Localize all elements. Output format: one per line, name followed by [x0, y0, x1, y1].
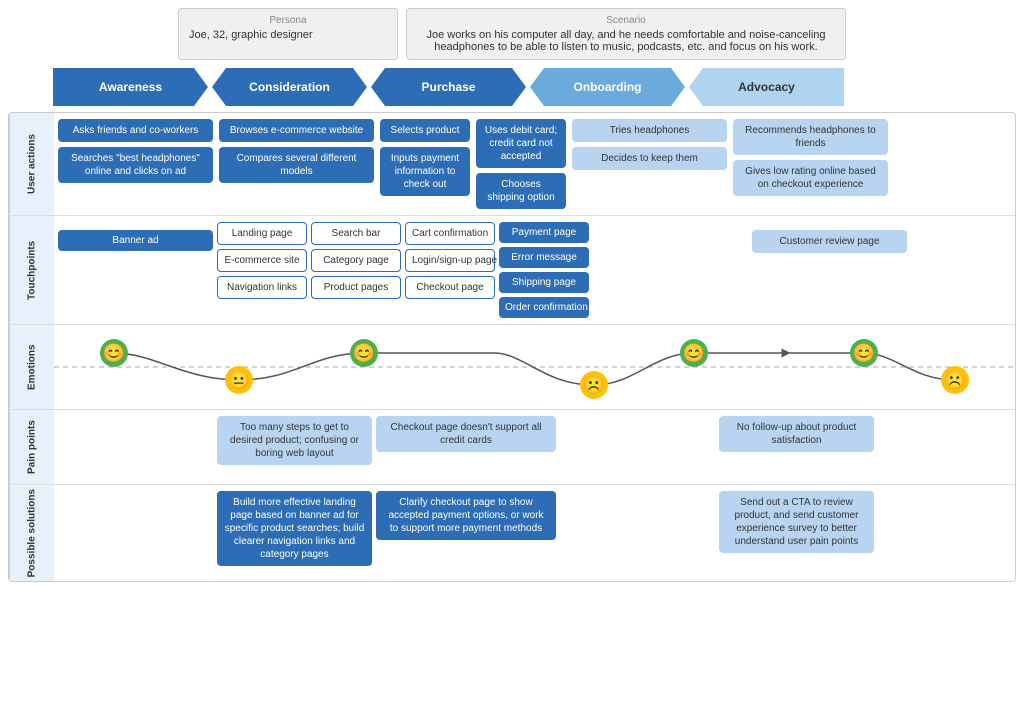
tp-order: Order confirmation [499, 297, 589, 318]
ua-purchase-2b: Chooses shipping option [476, 173, 566, 209]
ua-advocacy-1: Recommends headphones to friends [733, 119, 888, 155]
phase-consideration-label: Consideration [249, 80, 330, 94]
ua-awareness-2: Searches "best headphones" online and cl… [58, 147, 213, 183]
phase-onboarding: Onboarding [530, 68, 685, 106]
tp-purchase-2: Payment page Error message Shipping page… [499, 222, 589, 318]
phase-advocacy-label: Advocacy [738, 80, 795, 94]
scenario-label: Scenario [417, 15, 835, 26]
tp-consideration-1: Landing page E-commerce site Navigation … [217, 222, 307, 299]
ua-advocacy-2: Gives low rating online based on checkou… [733, 160, 888, 196]
touchpoints-label: Touchpoints [9, 216, 54, 324]
face-advocacy-2: ☹️ [941, 366, 969, 394]
phase-advocacy: Advocacy [689, 68, 844, 106]
ua-onboarding-2: Decides to keep them [572, 147, 727, 170]
persona-label: Persona [189, 15, 387, 26]
ua-consideration: Browses e-commerce website Compares seve… [219, 119, 374, 183]
emotions-content: 😊 😐 😊 ☹️ 😊 😊 ☹️ [54, 325, 1015, 409]
face-purchase-start: 😊 [350, 339, 378, 367]
ua-onboarding: Tries headphones Decides to keep them [572, 119, 727, 170]
user-actions-content: Asks friends and co-workers Searches "be… [54, 113, 1015, 215]
tp-awareness: Banner ad [58, 222, 213, 251]
touchpoints-row: Touchpoints Banner ad Landing page E-com… [9, 216, 1015, 325]
user-actions-label: User actions [9, 113, 54, 215]
phase-awareness: Awareness [53, 68, 208, 106]
tp-checkout: Checkout page [405, 276, 495, 299]
tp-advocacy: Customer review page [752, 222, 907, 253]
pain-purchase-card: Checkout page doesn't support all credit… [376, 416, 556, 452]
ua-purchase-2a: Uses debit card; credit card not accepte… [476, 119, 566, 168]
tp-landing: Landing page [217, 222, 307, 245]
tp-payment: Payment page [499, 222, 589, 243]
ua-consideration-2: Compares several different models [219, 147, 374, 183]
pain-advocacy: No follow-up about product satisfaction [719, 416, 874, 452]
phase-onboarding-label: Onboarding [574, 80, 642, 94]
pain-points-label: Pain points [9, 410, 54, 484]
ua-purchase-1b: Inputs payment information to check out [380, 147, 470, 196]
ua-advocacy: Recommends headphones to friends Gives l… [733, 119, 888, 196]
sol-purchase: Clarify checkout page to show accepted p… [376, 491, 556, 540]
emotions-label: Emotions [9, 325, 54, 409]
sol-consideration: Build more effective landing page based … [217, 491, 372, 566]
ua-awareness-1: Asks friends and co-workers [58, 119, 213, 142]
tp-purchase-1: Cart confirmation Login/sign-up page Che… [405, 222, 495, 299]
pain-advocacy-card: No follow-up about product satisfaction [719, 416, 874, 452]
pain-purchase: Checkout page doesn't support all credit… [376, 416, 556, 452]
phase-awareness-label: Awareness [99, 80, 162, 94]
ua-purchase-2: Uses debit card; credit card not accepte… [476, 119, 566, 209]
persona-box: Persona Joe, 32, graphic designer [178, 8, 398, 60]
ua-awareness: Asks friends and co-workers Searches "be… [58, 119, 213, 183]
tp-cart: Cart confirmation [405, 222, 495, 245]
sol-advocacy: Send out a CTA to review product, and se… [719, 491, 874, 553]
tp-search: Search bar [311, 222, 401, 245]
pain-consideration-card: Too many steps to get to desired product… [217, 416, 372, 465]
solutions-row: Possible solutions Build more effective … [9, 485, 1015, 581]
tp-shipping: Shipping page [499, 272, 589, 293]
touchpoints-content: Banner ad Landing page E-commerce site N… [54, 216, 1015, 324]
phase-consideration: Consideration [212, 68, 367, 106]
ua-onboarding-1: Tries headphones [572, 119, 727, 142]
tp-consideration-2: Search bar Category page Product pages [311, 222, 401, 299]
tp-awareness-banner: Banner ad [58, 230, 213, 251]
solutions-content: Build more effective landing page based … [54, 485, 1015, 581]
face-advocacy-1: 😊 [850, 339, 878, 367]
phase-purchase-label: Purchase [421, 80, 475, 94]
persona-content: Joe, 32, graphic designer [189, 29, 387, 41]
emotions-row: Emotions [9, 325, 1015, 410]
tp-category: Category page [311, 249, 401, 272]
pain-points-row: Pain points Too many steps to get to des… [9, 410, 1015, 485]
face-awareness: 😊 [100, 339, 128, 367]
sol-advocacy-card: Send out a CTA to review product, and se… [719, 491, 874, 553]
face-purchase-end: ☹️ [580, 371, 608, 399]
phases-row: Awareness Consideration Purchase Onboard… [8, 68, 1016, 106]
tp-nav: Navigation links [217, 276, 307, 299]
emotions-svg [54, 325, 1015, 409]
user-actions-row: User actions Asks friends and co-workers… [9, 113, 1015, 216]
tp-login: Login/sign-up page [405, 249, 495, 272]
main-grid: User actions Asks friends and co-workers… [8, 112, 1016, 582]
top-row: Persona Joe, 32, graphic designer Scenar… [8, 8, 1016, 60]
pain-consideration: Too many steps to get to desired product… [217, 416, 372, 465]
ua-purchase-1a: Selects product [380, 119, 470, 142]
face-onboarding: 😊 [680, 339, 708, 367]
phase-purchase: Purchase [371, 68, 526, 106]
solutions-label: Possible solutions [9, 485, 54, 581]
tp-ecommerce: E-commerce site [217, 249, 307, 272]
ua-purchase-1: Selects product Inputs payment informati… [380, 119, 470, 196]
main-container: Persona Joe, 32, graphic designer Scenar… [0, 0, 1024, 718]
scenario-box: Scenario Joe works on his computer all d… [406, 8, 846, 60]
face-consideration: 😐 [225, 366, 253, 394]
tp-customer-review: Customer review page [752, 230, 907, 253]
tp-product: Product pages [311, 276, 401, 299]
sol-consideration-card: Build more effective landing page based … [217, 491, 372, 566]
ua-consideration-1: Browses e-commerce website [219, 119, 374, 142]
tp-error: Error message [499, 247, 589, 268]
sol-purchase-card: Clarify checkout page to show accepted p… [376, 491, 556, 540]
pain-points-content: Too many steps to get to desired product… [54, 410, 1015, 484]
scenario-content: Joe works on his computer all day, and h… [417, 29, 835, 53]
